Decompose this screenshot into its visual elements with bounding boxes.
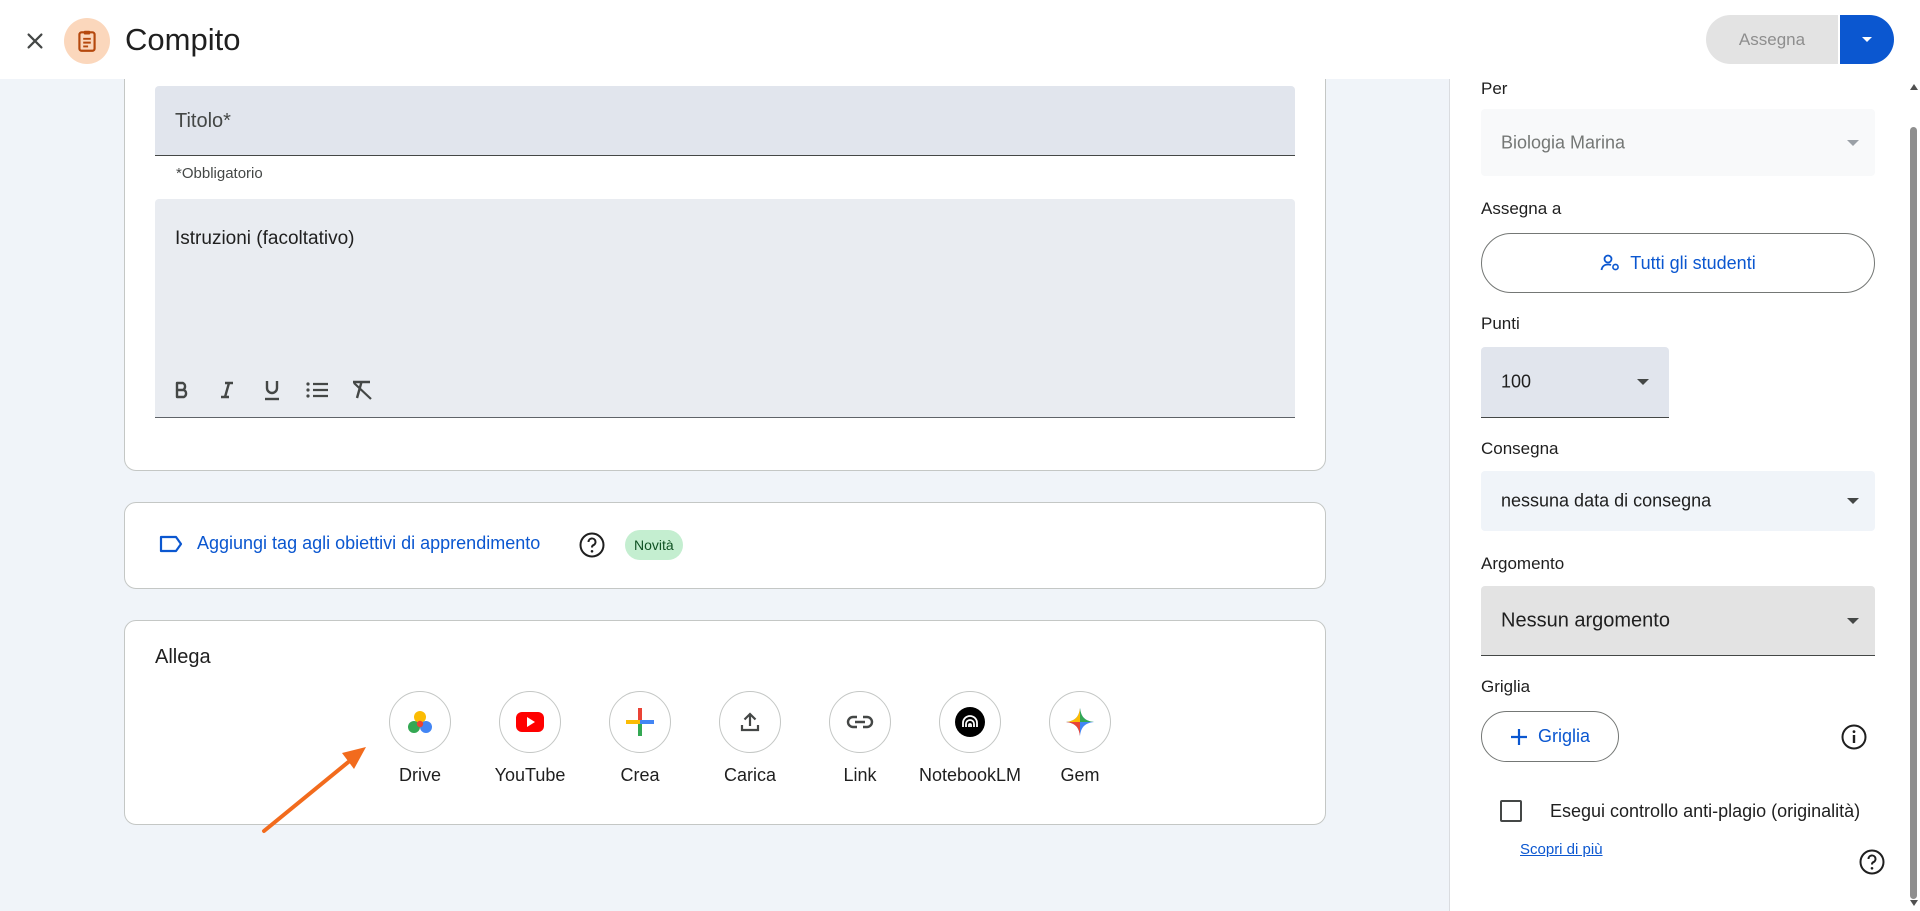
attach-label: Drive: [398, 765, 441, 785]
attach-card: Allega Drive YouTube Crea Carica Link No…: [124, 620, 1326, 825]
add-learning-tags-label: Aggiungi tag agli obiettivi di apprendim…: [197, 533, 541, 553]
attach-label: Crea: [620, 765, 660, 785]
gem-icon: [1049, 691, 1111, 753]
top-bar: Compito Assegna: [0, 0, 1920, 79]
attach-link-button[interactable]: Link: [805, 691, 915, 786]
assignment-icon: [64, 18, 110, 64]
attach-title: Allega: [155, 646, 211, 668]
close-button[interactable]: [18, 24, 52, 58]
italic-icon[interactable]: [212, 375, 241, 404]
upload-icon: [719, 691, 781, 753]
people-icon: [1600, 254, 1620, 271]
points-value: 100: [1501, 371, 1532, 392]
add-learning-tags-link[interactable]: Aggiungi tag agli obiettivi di apprendim…: [159, 533, 540, 554]
attach-label: Carica: [723, 765, 776, 785]
info-icon[interactable]: [1840, 723, 1868, 751]
new-badge: Novità: [625, 530, 683, 560]
format-toolbar: [167, 375, 376, 404]
attach-create-button[interactable]: Crea: [585, 691, 695, 786]
assign-options-button[interactable]: [1840, 15, 1894, 64]
dropdown-arrow-icon: [1637, 379, 1649, 385]
dropdown-arrow-icon: [1847, 498, 1859, 504]
clear-format-icon[interactable]: [347, 375, 376, 404]
drive-icon: [389, 691, 451, 753]
assign-button-group: Assegna: [1706, 15, 1894, 64]
scrollbar-thumb[interactable]: [1910, 127, 1917, 899]
close-icon: [27, 33, 43, 49]
topic-value: Nessun argomento: [1501, 609, 1670, 631]
for-label: Per: [1481, 79, 1508, 98]
help-icon[interactable]: [578, 531, 606, 559]
learning-goals-card: Aggiungi tag agli obiettivi di apprendim…: [124, 502, 1326, 589]
plagiarism-check-row: Esegui controllo anti-plagio (originalit…: [1500, 800, 1860, 822]
rubric-label: Griglia: [1481, 677, 1531, 696]
main-content: Titolo* *Obbligatorio Istruzioni (facolt…: [0, 59, 1449, 911]
bold-icon[interactable]: [167, 375, 196, 404]
class-select[interactable]: Biologia Marina: [1481, 109, 1875, 176]
details-card: Titolo* *Obbligatorio Istruzioni (facolt…: [124, 59, 1326, 471]
required-note: *Obbligatorio: [176, 165, 263, 182]
due-label: Consegna: [1481, 439, 1559, 458]
plagiarism-label: Esegui controllo anti-plagio (originalit…: [1550, 800, 1861, 821]
label-icon: [159, 535, 183, 552]
underline-icon[interactable]: [257, 375, 286, 404]
class-value: Biologia Marina: [1501, 132, 1626, 152]
attach-label: NotebookLM: [918, 765, 1022, 785]
due-date-select[interactable]: nessuna data di consegna: [1481, 471, 1875, 531]
title-field[interactable]: Titolo*: [155, 86, 1295, 156]
learn-more-link[interactable]: Scopri di più: [1520, 841, 1603, 858]
youtube-icon: [499, 691, 561, 753]
attach-label: Gem: [1060, 765, 1100, 785]
instructions-field[interactable]: Istruzioni (facoltativo): [155, 199, 1295, 418]
page-title: Compito: [125, 22, 241, 57]
instructions-placeholder: Istruzioni (facoltativo): [175, 228, 355, 249]
notebooklm-icon: [939, 691, 1001, 753]
link-icon: [829, 691, 891, 753]
bulleted-list-icon[interactable]: [302, 375, 331, 404]
settings-panel: Per Biologia Marina Assegna a Tutti gli …: [1449, 79, 1920, 911]
plus-icon: [1510, 728, 1527, 745]
assign-to-label: Assegna a: [1481, 199, 1562, 218]
attach-drive-button[interactable]: Drive: [365, 691, 475, 786]
attach-youtube-button[interactable]: YouTube: [475, 691, 585, 786]
dropdown-arrow-icon: [1847, 139, 1859, 146]
attach-upload-button[interactable]: Carica: [695, 691, 805, 786]
attach-notebooklm-button[interactable]: NotebookLM: [915, 691, 1025, 786]
help-icon[interactable]: [1858, 848, 1886, 876]
all-students-label: Tutti gli studenti: [1630, 252, 1756, 273]
topic-select[interactable]: Nessun argomento: [1481, 586, 1875, 656]
all-students-button[interactable]: Tutti gli studenti: [1481, 233, 1875, 293]
title-placeholder: Titolo*: [175, 110, 231, 132]
create-plus-icon: [609, 691, 671, 753]
attach-label: Link: [843, 765, 877, 785]
scroll-down-icon[interactable]: [1909, 899, 1919, 907]
topic-label: Argomento: [1481, 554, 1565, 573]
attach-options: Drive YouTube Crea Carica Link NotebookL…: [365, 691, 1135, 786]
dropdown-arrow-icon: [1847, 617, 1859, 624]
assign-button[interactable]: Assegna: [1706, 15, 1838, 64]
points-label: Punti: [1481, 314, 1520, 333]
scroll-up-icon[interactable]: [1909, 83, 1919, 91]
attach-label: YouTube: [494, 765, 566, 785]
points-select[interactable]: 100: [1481, 347, 1669, 418]
due-value: nessuna data di consegna: [1501, 490, 1712, 511]
scrollbar[interactable]: [1907, 79, 1920, 911]
add-rubric-button[interactable]: Griglia: [1481, 711, 1619, 762]
caret-down-icon: [1862, 36, 1872, 42]
rubric-button-label: Griglia: [1537, 726, 1590, 746]
plagiarism-checkbox[interactable]: [1500, 800, 1522, 822]
attach-gem-button[interactable]: Gem: [1025, 691, 1135, 786]
